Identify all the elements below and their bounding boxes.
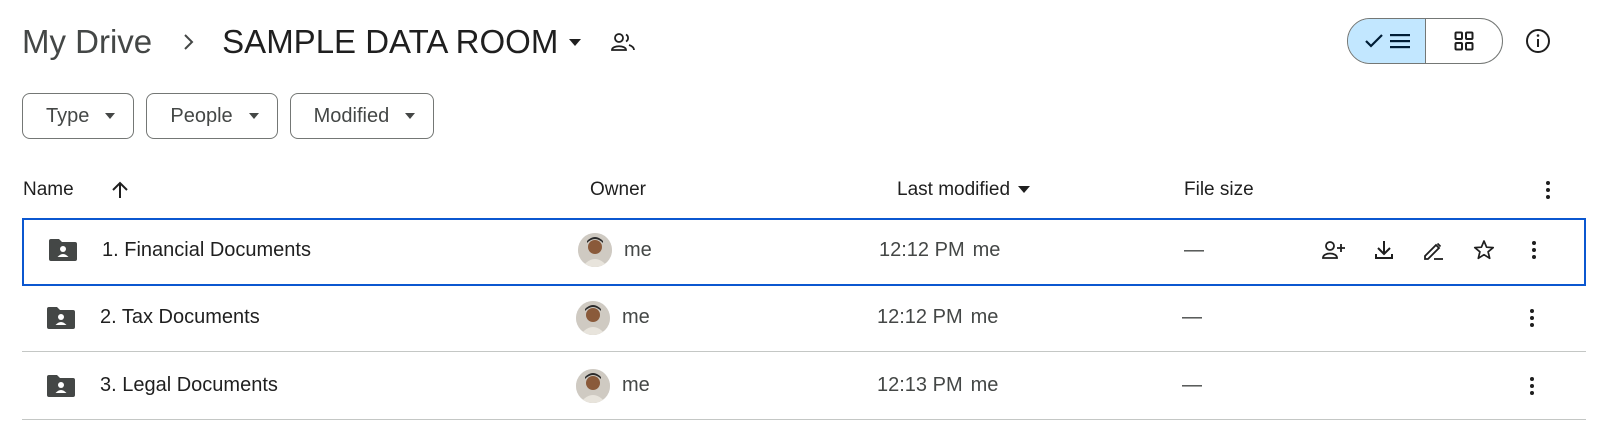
column-owner-header[interactable]: Owner	[590, 170, 646, 210]
share-button[interactable]	[1318, 218, 1350, 282]
more-vert-icon	[1545, 180, 1551, 200]
owner-name: me	[622, 374, 650, 396]
download-icon	[1368, 234, 1400, 266]
modified-by: me	[970, 306, 999, 328]
file-name: 3. Legal Documents	[100, 374, 278, 396]
table-header: Name Owner Last modified File size	[22, 170, 1586, 210]
info-button[interactable]	[1522, 25, 1554, 57]
list-view-button[interactable]	[1348, 19, 1426, 63]
list-icon	[1389, 33, 1410, 49]
last-modified-cell: 12:13 PM me	[877, 352, 998, 419]
table-row[interactable]: 2. Tax Documents me 12:12 PM me —	[22, 284, 1586, 352]
row-name-cell: 2. Tax Documents	[100, 284, 260, 351]
row-name-cell: 3. Legal Documents	[100, 352, 278, 419]
caret-down-icon	[248, 113, 259, 119]
row-more-button[interactable]	[1516, 284, 1548, 351]
file-size-cell: —	[1182, 352, 1202, 419]
owner-name: me	[622, 306, 650, 328]
column-name-label: Name	[23, 179, 74, 200]
column-file-size-header[interactable]: File size	[1184, 170, 1254, 210]
column-name-header[interactable]: Name	[23, 170, 74, 210]
column-options-button[interactable]	[1545, 170, 1551, 210]
modified-time: 12:12 PM	[877, 306, 963, 328]
view-toggle	[1347, 18, 1503, 64]
rename-button[interactable]	[1418, 218, 1450, 282]
column-last-modified-header[interactable]: Last modified	[897, 170, 1031, 210]
more-vert-icon	[1516, 370, 1548, 402]
column-owner-label: Owner	[590, 179, 646, 200]
filter-type-chip[interactable]: Type	[22, 93, 135, 139]
file-size: —	[1182, 374, 1202, 396]
file-size-cell: —	[1184, 218, 1204, 282]
download-button[interactable]	[1368, 218, 1400, 282]
star-button[interactable]	[1468, 218, 1500, 282]
filter-type-label: Type	[46, 104, 90, 127]
last-modified-cell: 12:12 PM me	[879, 218, 1000, 282]
filter-people-label: People	[170, 104, 233, 127]
breadcrumb: My Drive SAMPLE DATA ROOM	[22, 14, 636, 70]
chevron-right-icon	[182, 32, 196, 52]
arrow-up-icon	[110, 180, 130, 200]
info-icon	[1525, 28, 1551, 54]
caret-down-icon	[568, 37, 582, 47]
shared-folder-icon	[46, 284, 76, 351]
star-icon	[1468, 234, 1500, 266]
grid-view-button[interactable]	[1426, 19, 1502, 63]
grid-icon	[1454, 31, 1474, 51]
row-name-cell: 1. Financial Documents	[102, 218, 311, 282]
file-name: 1. Financial Documents	[102, 238, 311, 261]
file-size: —	[1182, 306, 1202, 328]
last-modified-cell: 12:12 PM me	[877, 284, 998, 351]
avatar	[578, 233, 612, 267]
caret-down-icon	[1018, 186, 1031, 194]
sort-direction-button[interactable]	[110, 170, 130, 210]
modified-by: me	[972, 238, 1001, 261]
file-size-cell: —	[1182, 284, 1202, 351]
owner-cell: me	[576, 284, 650, 351]
avatar	[576, 300, 610, 335]
shared-folder-icon	[48, 218, 78, 282]
caret-down-icon	[105, 113, 116, 119]
caret-down-icon	[405, 113, 416, 119]
table-row[interactable]: 1. Financial Documents me 12:12 PM me —	[22, 218, 1586, 286]
more-vert-icon	[1516, 302, 1548, 334]
rename-icon	[1418, 234, 1450, 266]
file-name: 2. Tax Documents	[100, 306, 260, 328]
modified-by: me	[970, 374, 999, 396]
filter-modified-label: Modified	[313, 104, 390, 127]
column-file-size-label: File size	[1184, 179, 1254, 200]
current-folder-menu[interactable]: SAMPLE DATA ROOM	[222, 23, 582, 61]
breadcrumb-my-drive[interactable]: My Drive	[22, 23, 152, 61]
filter-chips: Type People Modified	[22, 93, 435, 139]
file-size: —	[1184, 238, 1204, 261]
avatar	[576, 368, 610, 403]
add-person-icon	[1318, 234, 1350, 266]
filter-modified-chip[interactable]: Modified	[289, 93, 435, 139]
current-folder-title: SAMPLE DATA ROOM	[222, 23, 559, 60]
check-icon	[1364, 33, 1384, 49]
row-more-button[interactable]	[1518, 218, 1550, 282]
column-last-modified-label: Last modified	[897, 179, 1011, 200]
modified-time: 12:13 PM	[877, 374, 963, 396]
more-vert-icon	[1518, 234, 1550, 266]
shared-folder-icon	[46, 352, 76, 419]
owner-cell: me	[578, 218, 652, 282]
modified-time: 12:12 PM	[879, 238, 965, 261]
owner-name: me	[624, 238, 652, 261]
table-row[interactable]: 3. Legal Documents me 12:13 PM me —	[22, 352, 1586, 420]
shared-people-icon[interactable]	[610, 31, 636, 53]
owner-cell: me	[576, 352, 650, 419]
filter-people-chip[interactable]: People	[146, 93, 278, 139]
row-more-button[interactable]	[1516, 352, 1548, 419]
